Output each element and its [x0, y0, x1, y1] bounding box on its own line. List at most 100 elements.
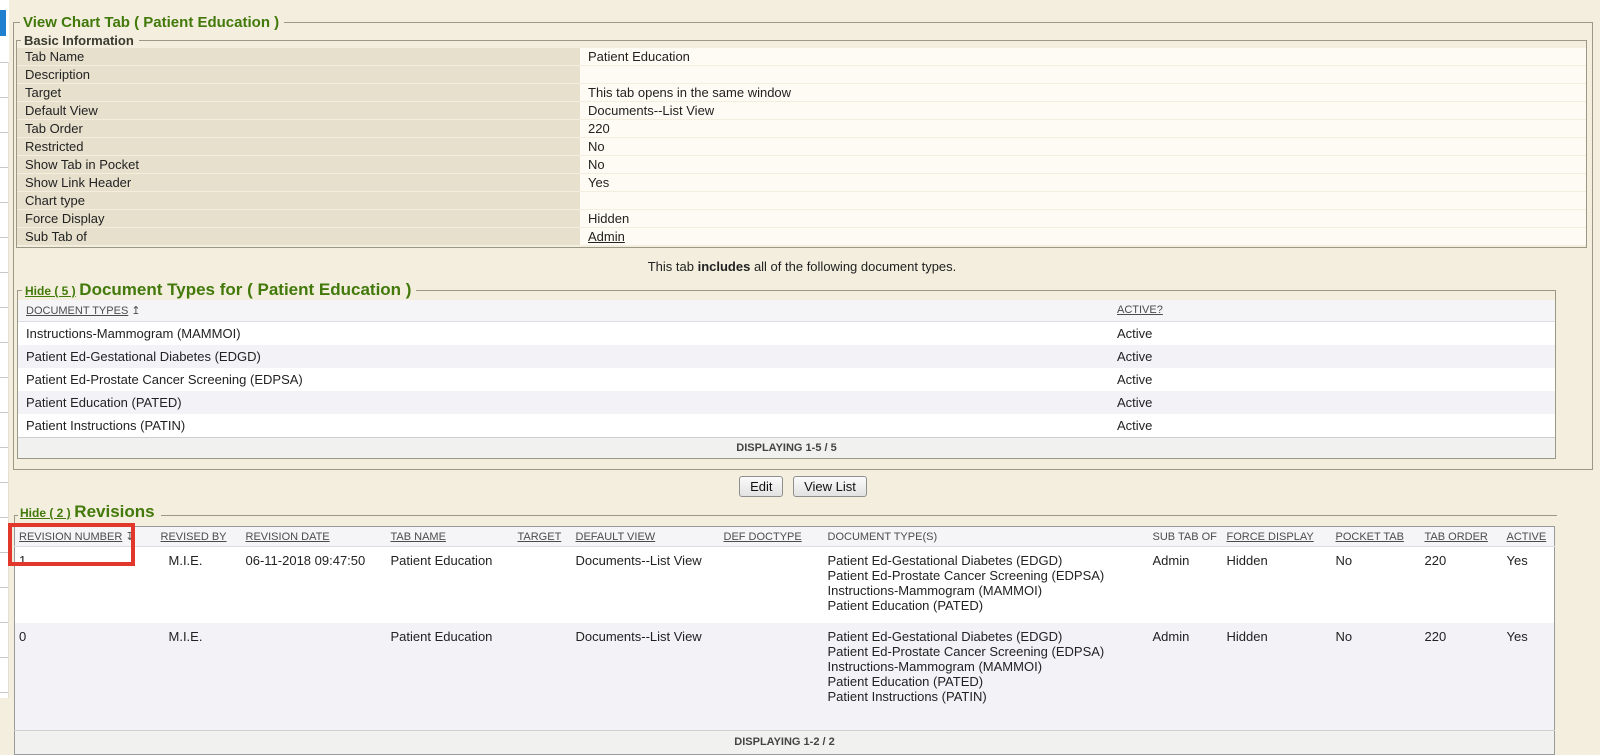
document-type-name: Patient Ed-Prostate Cancer Screening (ED…	[18, 368, 1109, 391]
edit-button[interactable]: Edit	[739, 476, 783, 497]
basic-info-value: 220	[580, 120, 1586, 137]
revision-cell-pocket-tab: No	[1332, 623, 1421, 731]
basic-information-section: Basic Information Tab NamePatient Educat…	[16, 33, 1587, 248]
revision-cell-tab-order: 220	[1421, 623, 1503, 731]
revision-document-type: Instructions-Mammogram (MAMMOI)	[828, 659, 1145, 674]
basic-info-value-text: Patient Education	[588, 49, 690, 64]
document-types-paging: DISPLAYING 1-5 / 5	[18, 437, 1555, 458]
basic-info-value-text: 220	[588, 121, 610, 136]
document-types-rows: Instructions-Mammogram (MAMMOI)ActivePat…	[18, 322, 1555, 437]
document-type-name: Patient Instructions (PATIN)	[18, 414, 1109, 437]
basic-info-value: This tab opens in the same window	[580, 84, 1586, 101]
basic-info-label: Force Display	[17, 210, 580, 227]
revisions-column-header-pocket-tab[interactable]: POCKET TAB	[1332, 527, 1421, 547]
basic-info-value-text: No	[588, 157, 605, 172]
revisions-column-header-target[interactable]: TARGET	[514, 527, 572, 547]
document-type-row: Instructions-Mammogram (MAMMOI)Active	[18, 322, 1555, 345]
column-header-label: DEF DOCTYPE	[724, 531, 802, 543]
revisions-column-header-force-display[interactable]: FORCE DISPLAY	[1223, 527, 1332, 547]
document-type-name: Patient Ed-Gestational Diabetes (EDGD)	[18, 345, 1109, 368]
page-title: View Chart Tab ( Patient Education )	[20, 14, 284, 31]
revision-cell-revised-by: M.I.E.	[157, 547, 242, 624]
sub-tab-of-link[interactable]: Admin	[588, 229, 625, 244]
revision-document-type: Patient Ed-Prostate Cancer Screening (ED…	[828, 568, 1145, 583]
revision-document-type: Patient Ed-Gestational Diabetes (EDGD)	[828, 553, 1145, 568]
revisions-column-header-document-type-s: DOCUMENT TYPE(S)	[824, 527, 1149, 547]
document-type-active-status: Active	[1109, 322, 1555, 345]
document-type-active-status: Active	[1109, 345, 1555, 368]
revision-cell-document-types: Patient Ed-Gestational Diabetes (EDGD) Pa…	[824, 623, 1149, 731]
active-column-header[interactable]: ACTIVE?	[1109, 300, 1555, 321]
revisions-column-header-revised-by[interactable]: REVISED BY	[157, 527, 242, 547]
fieldset-rule	[161, 515, 1557, 516]
basic-info-row: Tab NamePatient Education	[17, 48, 1586, 65]
basic-info-value: Patient Education	[580, 48, 1586, 65]
basic-info-value-text: No	[588, 139, 605, 154]
basic-info-value	[580, 66, 1586, 83]
revisions-column-header-default-view[interactable]: DEFAULT VIEW	[572, 527, 720, 547]
revision-cell-revision-number: 0	[15, 623, 157, 731]
main-content: View Chart Tab ( Patient Education ) Bas…	[10, 0, 1600, 755]
revision-cell-tab-name: Patient Education	[387, 547, 514, 624]
revision-cell-sub-tab-of: Admin	[1149, 547, 1223, 624]
revision-cell-tab-name: Patient Education	[387, 623, 514, 731]
basic-info-value	[580, 192, 1586, 209]
hide-revisions-link[interactable]: Hide ( 2 )	[20, 506, 71, 520]
column-header-label: TAB ORDER	[1425, 531, 1488, 543]
basic-info-row: Chart type	[17, 192, 1586, 209]
document-type-row: Patient Instructions (PATIN)Active	[18, 414, 1555, 437]
basic-info-value-text: Yes	[588, 175, 609, 190]
basic-information-rows: Tab NamePatient EducationDescriptionTarg…	[17, 48, 1586, 245]
hide-document-types-link[interactable]: Hide ( 5 )	[25, 284, 76, 298]
revision-cell-def-doctype	[720, 547, 824, 624]
basic-info-label: Show Tab in Pocket	[17, 156, 580, 173]
revisions-column-header-def-doctype[interactable]: DEF DOCTYPE	[720, 527, 824, 547]
revisions-table-wrap: REVISION NUMBER↧REVISED BYREVISION DATET…	[14, 526, 1557, 755]
document-types-section: Hide ( 5 ) Document Types for ( Patient …	[17, 280, 1556, 459]
revision-cell-revision-date: 06-11-2018 09:47:50	[242, 547, 387, 624]
column-header-label: DOCUMENT TYPE(S)	[828, 531, 938, 543]
basic-info-label: Default View	[17, 102, 580, 119]
revisions-section: Hide ( 2 ) Revisions REVISION NUMBER↧REV…	[14, 502, 1557, 755]
basic-info-label: Restricted	[17, 138, 580, 155]
basic-info-label: Tab Order	[17, 120, 580, 137]
document-type-active-status: Active	[1109, 368, 1555, 391]
document-types-title: Document Types for ( Patient Education )	[79, 280, 411, 299]
revision-cell-revision-date	[242, 623, 387, 731]
revision-cell-sub-tab-of: Admin	[1149, 623, 1223, 731]
revisions-legend: Hide ( 2 ) Revisions	[14, 502, 1557, 524]
revisions-column-header-tab-order[interactable]: TAB ORDER	[1421, 527, 1503, 547]
basic-info-row: Force Display Hidden	[17, 210, 1586, 227]
sort-ascending-icon: ↥	[131, 304, 140, 317]
basic-info-value: Admin	[580, 228, 1586, 245]
revisions-column-header-tab-name[interactable]: TAB NAME	[387, 527, 514, 547]
basic-info-row: Show Link Header Yes	[17, 174, 1586, 191]
basic-info-value: No	[580, 156, 1586, 173]
revision-cell-target	[514, 547, 572, 624]
revision-document-type: Patient Ed-Gestational Diabetes (EDGD)	[828, 629, 1145, 644]
basic-info-row: Tab Order 220	[17, 120, 1586, 137]
basic-info-value: Hidden	[580, 210, 1586, 227]
basic-info-value-text: Hidden	[588, 211, 629, 226]
document-type-active-status: Active	[1109, 391, 1555, 414]
document-types-column-header[interactable]: DOCUMENT TYPES↥	[18, 300, 1109, 321]
active-tab-indicator	[0, 10, 6, 36]
column-header-label: TAB NAME	[391, 531, 446, 543]
revisions-column-header-active[interactable]: ACTIVE	[1503, 527, 1555, 547]
column-header-label: REVISED BY	[161, 531, 227, 543]
revisions-column-header-revision-date[interactable]: REVISION DATE	[242, 527, 387, 547]
view-list-button[interactable]: View List	[793, 476, 867, 497]
column-header-label: FORCE DISPLAY	[1227, 531, 1314, 543]
basic-info-row: Restricted No	[17, 138, 1586, 155]
document-type-row: Patient Education (PATED)Active	[18, 391, 1555, 414]
basic-info-label: Chart type	[17, 192, 580, 209]
revision-document-type: Patient Education (PATED)	[828, 674, 1145, 689]
column-header-label: POCKET TAB	[1336, 531, 1404, 543]
document-type-name: Instructions-Mammogram (MAMMOI)	[18, 322, 1109, 345]
document-type-row: Patient Ed-Prostate Cancer Screening (ED…	[18, 368, 1555, 391]
basic-info-row: TargetThis tab opens in the same window	[17, 84, 1586, 101]
basic-info-row: Default ViewDocuments--List View	[17, 102, 1586, 119]
basic-info-value: Documents--List View	[580, 102, 1586, 119]
document-type-active-status: Active	[1109, 414, 1555, 437]
basic-info-label: Show Link Header	[17, 174, 580, 191]
